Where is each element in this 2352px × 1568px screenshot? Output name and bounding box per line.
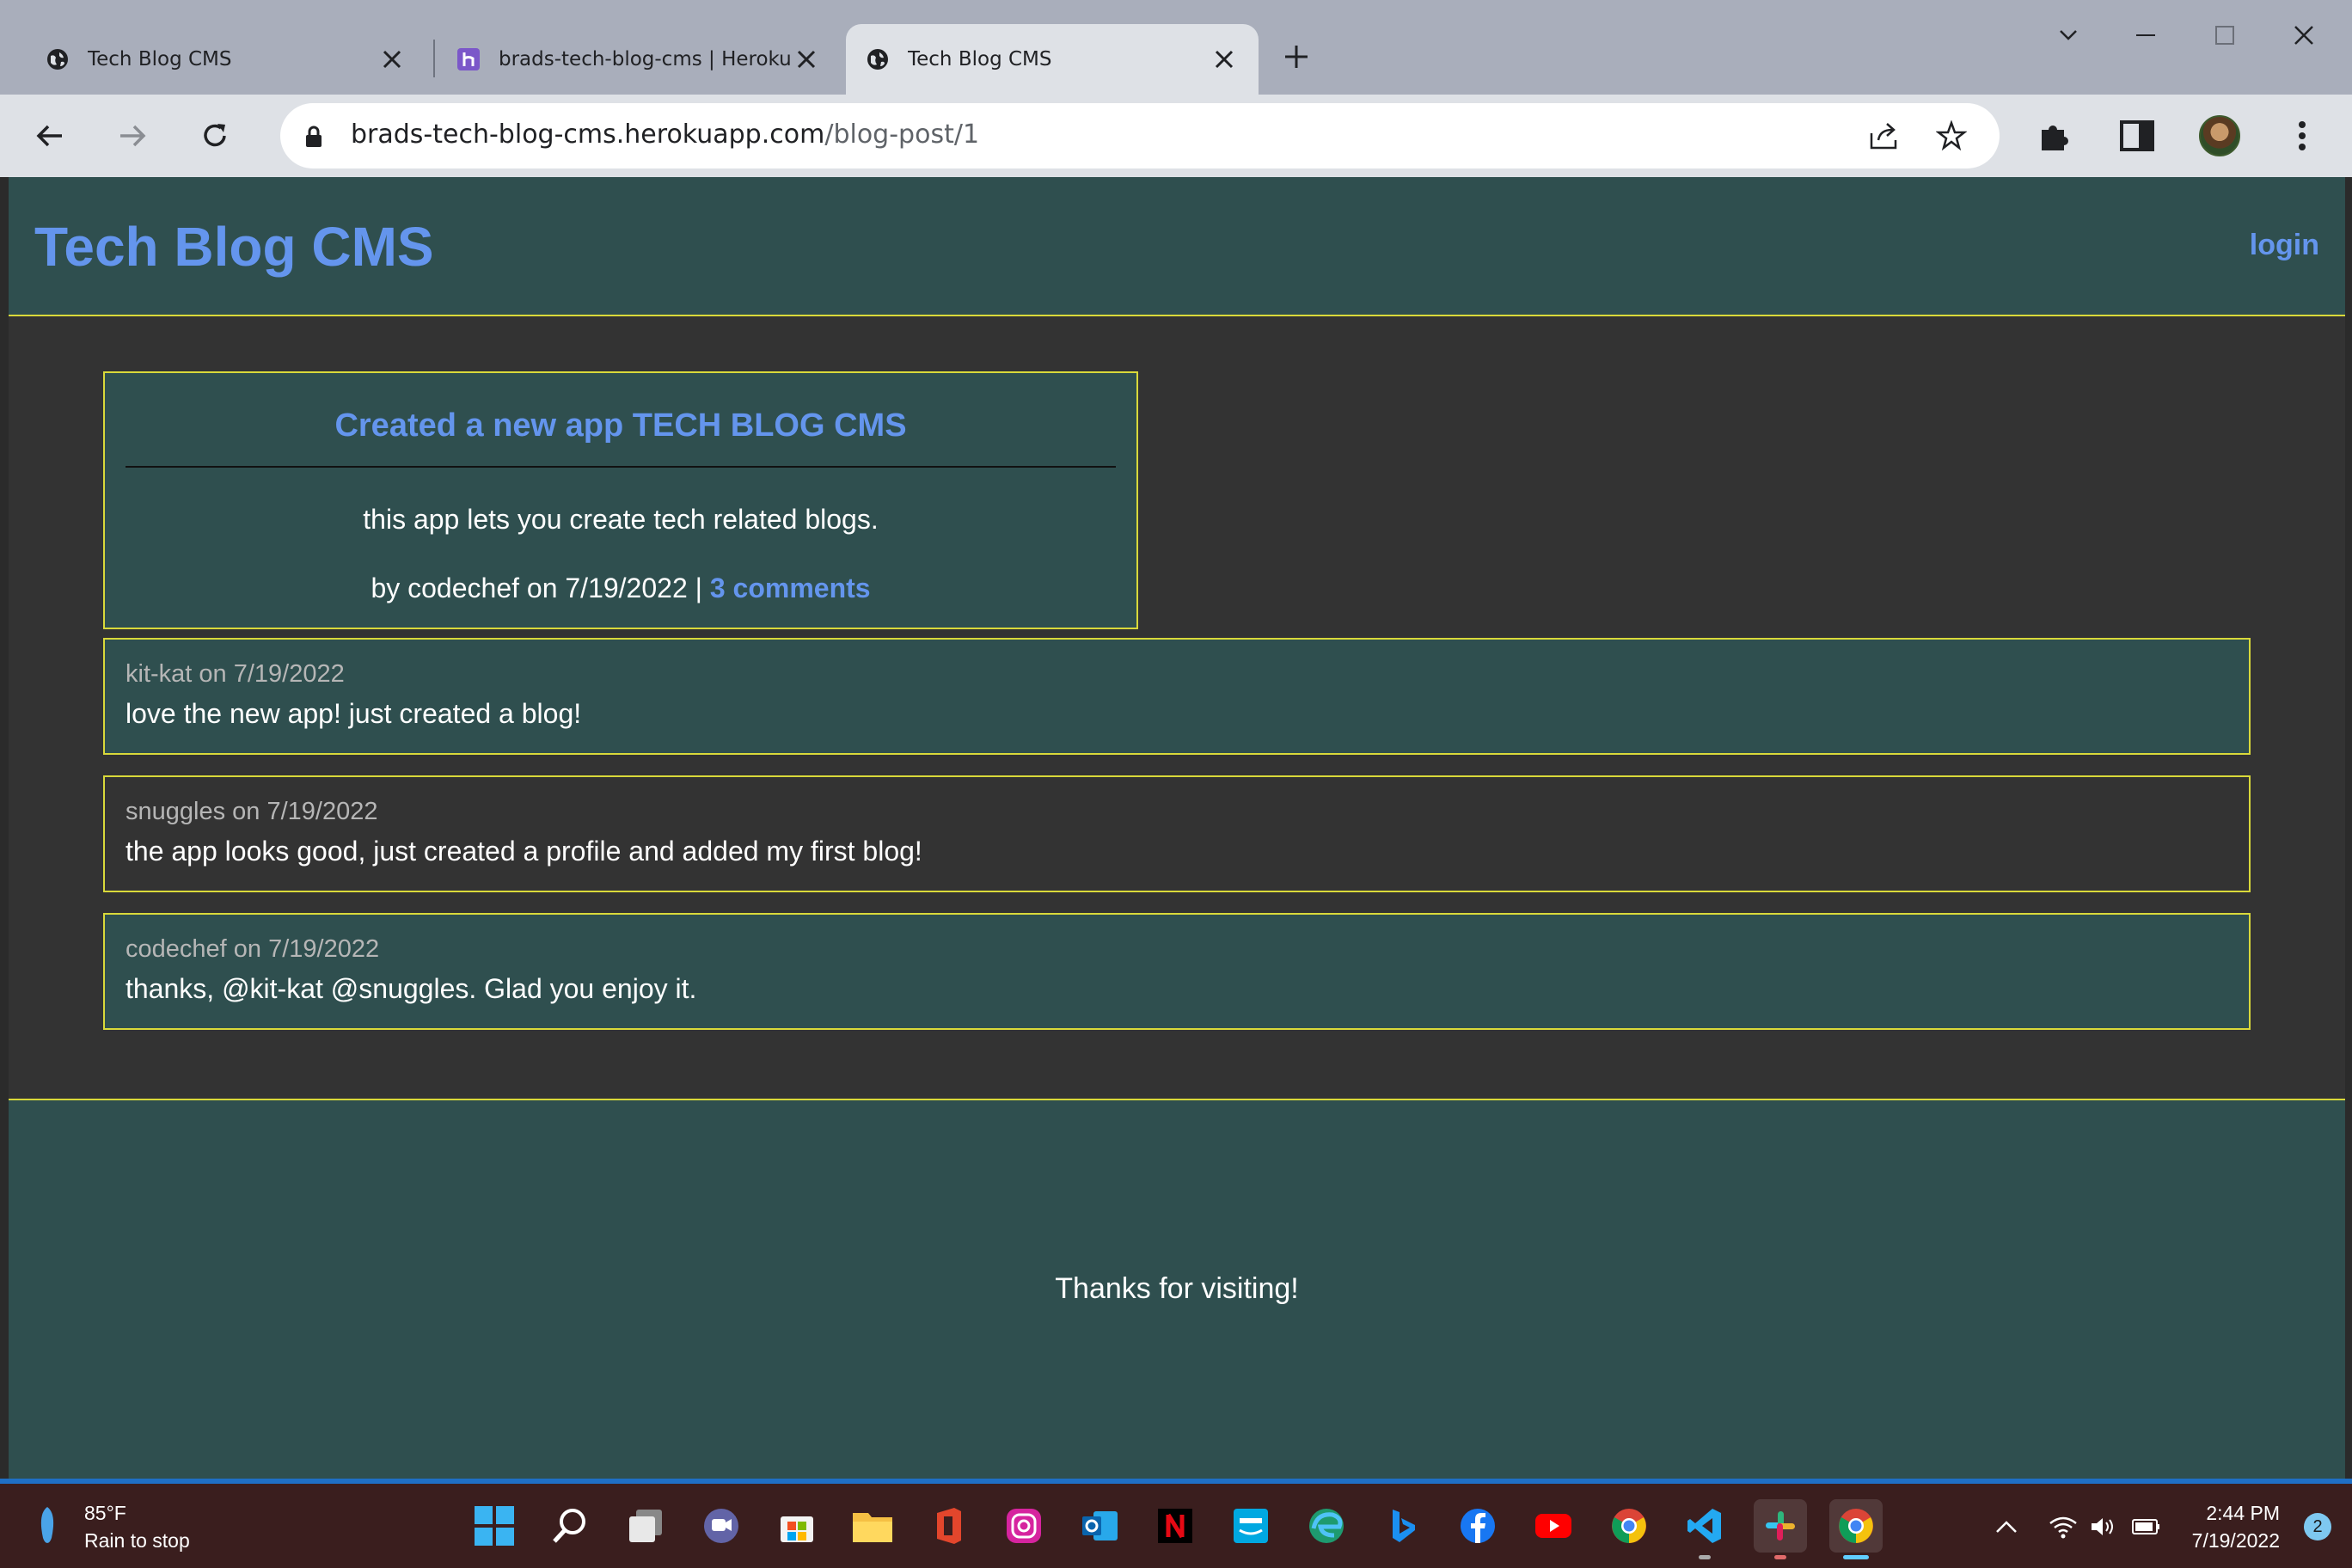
weather-temp: 85°F bbox=[84, 1502, 126, 1524]
volume-icon[interactable] bbox=[2086, 1510, 2120, 1544]
browser-toolbar: brads-tech-blog-cms.herokuapp.com/blog-p… bbox=[0, 95, 2352, 177]
bookmark-star-icon[interactable] bbox=[1934, 119, 1969, 153]
comment-meta: codechef on 7/19/2022 bbox=[126, 935, 380, 963]
url-path: /blog-post/1 bbox=[824, 119, 980, 150]
close-tab-icon[interactable] bbox=[377, 44, 407, 75]
file-explorer-icon[interactable] bbox=[846, 1499, 899, 1553]
battery-icon[interactable] bbox=[2128, 1510, 2163, 1544]
site-header: Tech Blog CMS login bbox=[9, 177, 2345, 316]
post-title: Created a new app TECH BLOG CMS bbox=[334, 407, 907, 444]
umbrella-icon bbox=[34, 1504, 60, 1551]
close-window-icon[interactable] bbox=[2278, 14, 2330, 57]
back-button[interactable] bbox=[24, 110, 76, 162]
weather-text: 85°F Rain to stop bbox=[84, 1499, 190, 1554]
start-button[interactable] bbox=[468, 1499, 521, 1553]
tab-tech-blog-1[interactable]: Tech Blog CMS bbox=[26, 24, 426, 95]
teams-chat-icon[interactable] bbox=[695, 1499, 748, 1553]
site-title[interactable]: Tech Blog CMS bbox=[34, 215, 434, 279]
close-tab-icon[interactable] bbox=[1209, 44, 1240, 75]
blog-post-card: Created a new app TECH BLOG CMS this app… bbox=[103, 371, 1138, 629]
tab-separator bbox=[433, 40, 435, 77]
tab-heroku[interactable]: brads-tech-blog-cms | Heroku bbox=[437, 24, 841, 95]
task-view-icon[interactable] bbox=[619, 1499, 672, 1553]
weather-widget[interactable]: 85°F Rain to stop bbox=[34, 1499, 190, 1554]
tab-title: brads-tech-blog-cms | Heroku bbox=[499, 48, 791, 70]
comment-item: codechef on 7/19/2022 thanks, @kit-kat @… bbox=[103, 913, 2251, 1030]
post-meta: by codechef on 7/19/2022 | 3 comments bbox=[105, 573, 1136, 604]
running-indicator bbox=[1774, 1555, 1786, 1559]
extensions-icon[interactable] bbox=[2030, 112, 2079, 160]
chrome-active-icon[interactable] bbox=[1829, 1499, 1883, 1559]
comment-meta: kit-kat on 7/19/2022 bbox=[126, 660, 345, 688]
menu-kebab-icon[interactable] bbox=[2278, 112, 2326, 160]
instagram-icon[interactable] bbox=[997, 1499, 1050, 1553]
weather-desc: Rain to stop bbox=[84, 1529, 190, 1552]
new-tab-button[interactable] bbox=[1277, 38, 1315, 76]
side-panel-icon[interactable] bbox=[2113, 112, 2161, 160]
url-text: brads-tech-blog-cms.herokuapp.com/blog-p… bbox=[351, 119, 979, 150]
slack-icon[interactable] bbox=[1754, 1499, 1807, 1559]
system-clock[interactable]: 2:44 PM 7/19/2022 bbox=[2192, 1499, 2280, 1554]
comment-item: kit-kat on 7/19/2022 love the new app! j… bbox=[103, 638, 2251, 755]
wifi-icon[interactable] bbox=[2046, 1510, 2080, 1544]
youtube-icon[interactable] bbox=[1527, 1499, 1580, 1553]
comments-link[interactable]: 3 comments bbox=[710, 573, 871, 603]
tab-tech-blog-active[interactable]: Tech Blog CMS bbox=[846, 24, 1259, 95]
search-icon[interactable] bbox=[543, 1499, 597, 1553]
login-link[interactable]: login bbox=[2250, 229, 2319, 262]
address-bar[interactable]: brads-tech-blog-cms.herokuapp.com/blog-p… bbox=[280, 103, 2000, 168]
notification-badge[interactable]: 2 bbox=[2304, 1513, 2331, 1540]
heroku-icon bbox=[456, 46, 481, 72]
vscode-icon[interactable] bbox=[1678, 1499, 1731, 1559]
profile-avatar[interactable] bbox=[2196, 112, 2244, 160]
clock-time: 2:44 PM bbox=[2206, 1502, 2280, 1524]
browser-tab-strip: Tech Blog CMS brads-tech-blog-cms | Hero… bbox=[0, 0, 2352, 95]
site-footer: Thanks for visiting! bbox=[9, 1099, 2345, 1479]
forward-button[interactable] bbox=[107, 110, 158, 162]
close-tab-icon[interactable] bbox=[791, 44, 822, 75]
maximize-icon[interactable] bbox=[2199, 14, 2251, 57]
url-host: brads-tech-blog-cms.herokuapp.com bbox=[351, 119, 825, 150]
comment-meta: snuggles on 7/19/2022 bbox=[126, 798, 378, 825]
prime-video-icon[interactable] bbox=[1224, 1499, 1277, 1553]
chrome-icon[interactable] bbox=[1602, 1499, 1656, 1553]
bing-icon[interactable] bbox=[1375, 1499, 1429, 1553]
running-indicator bbox=[1699, 1555, 1711, 1559]
minimize-icon[interactable] bbox=[2120, 14, 2171, 57]
globe-icon bbox=[45, 46, 70, 72]
avatar bbox=[2199, 115, 2240, 156]
comment-text: thanks, @kit-kat @snuggles. Glad you enj… bbox=[126, 973, 697, 1004]
taskbar: 85°F Rain to stop 2:44 PM 7/19/2022 2 bbox=[0, 1484, 2352, 1568]
globe-icon bbox=[865, 46, 891, 72]
reload-button[interactable] bbox=[189, 110, 241, 162]
comment-text: love the new app! just created a blog! bbox=[126, 698, 582, 729]
outlook-icon[interactable] bbox=[1073, 1499, 1126, 1553]
clock-date: 7/19/2022 bbox=[2191, 1529, 2280, 1552]
web-page: Tech Blog CMS login Created a new app TE… bbox=[9, 177, 2345, 1479]
active-indicator bbox=[1843, 1555, 1869, 1559]
chevron-up-icon[interactable] bbox=[1989, 1510, 2024, 1544]
lock-icon[interactable] bbox=[304, 126, 323, 152]
share-icon[interactable] bbox=[1867, 119, 1902, 153]
store-icon[interactable] bbox=[770, 1499, 824, 1553]
post-body: this app lets you create tech related bl… bbox=[363, 504, 879, 535]
comment-text: the app looks good, just created a profi… bbox=[126, 836, 922, 867]
facebook-icon[interactable] bbox=[1451, 1499, 1504, 1553]
post-author-date: by codechef on 7/19/2022 | bbox=[371, 573, 710, 603]
tab-title: Tech Blog CMS bbox=[908, 48, 1052, 70]
footer-text: Thanks for visiting! bbox=[1055, 1272, 1299, 1305]
comment-item: snuggles on 7/19/2022 the app looks good… bbox=[103, 775, 2251, 892]
office-icon[interactable] bbox=[922, 1499, 975, 1553]
tab-title: Tech Blog CMS bbox=[88, 48, 232, 70]
divider bbox=[126, 466, 1116, 468]
netflix-icon[interactable] bbox=[1148, 1499, 1202, 1553]
tab-search-icon[interactable] bbox=[2043, 14, 2094, 57]
edge-icon[interactable] bbox=[1300, 1499, 1353, 1553]
